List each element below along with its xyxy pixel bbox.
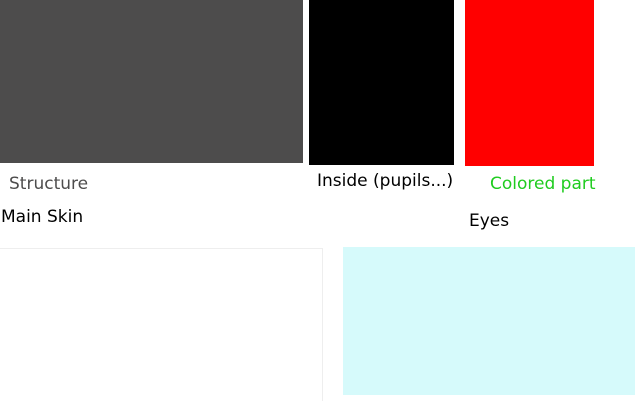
pupils-label: Inside (pupils...) bbox=[317, 171, 454, 191]
structure-color-swatch bbox=[0, 0, 303, 163]
main-skin-heading: Main Skin bbox=[1, 207, 84, 227]
colored-part-label: Colored part bbox=[490, 174, 596, 194]
eyes-heading: Eyes bbox=[469, 211, 510, 231]
structure-label: Structure bbox=[9, 174, 89, 194]
colored-part-color-swatch bbox=[465, 0, 594, 166]
light-cyan-color-swatch bbox=[343, 247, 635, 395]
pupils-color-swatch bbox=[309, 0, 454, 165]
white-color-swatch bbox=[0, 248, 323, 401]
